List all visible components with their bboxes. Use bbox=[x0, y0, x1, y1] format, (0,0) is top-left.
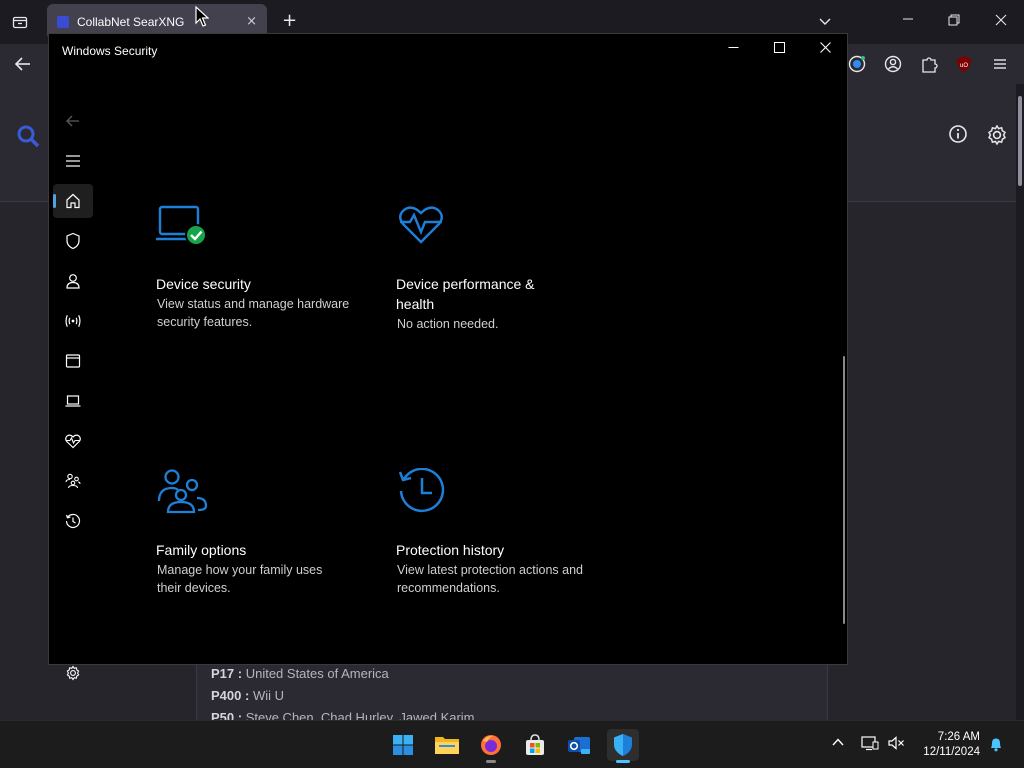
card-description: Manage how your family uses their device… bbox=[157, 563, 323, 595]
sidebar-item-device-security[interactable] bbox=[53, 384, 93, 418]
svg-text:uO: uO bbox=[960, 63, 968, 69]
taskbar-windows-security[interactable] bbox=[607, 729, 639, 763]
laptop-check-icon bbox=[156, 205, 207, 246]
hamburger-menu-icon[interactable] bbox=[992, 56, 1008, 75]
winsec-minimize-button[interactable] bbox=[713, 38, 753, 62]
sidebar-item-home[interactable] bbox=[53, 184, 93, 218]
person-icon bbox=[66, 274, 80, 289]
ublock-origin-icon[interactable]: uO bbox=[955, 55, 973, 76]
clock-time: 7:26 AM bbox=[937, 731, 980, 743]
tab-list-icon[interactable] bbox=[12, 14, 28, 33]
taskbar: 7:26 AM 12/11/2024 bbox=[0, 720, 1024, 768]
family-icon bbox=[157, 469, 208, 514]
tab-close-icon[interactable]: × bbox=[246, 14, 257, 29]
browser-tab-title: CollabNet SearXNG bbox=[77, 15, 185, 29]
sidebar-item-settings[interactable] bbox=[53, 656, 93, 690]
info-icon[interactable] bbox=[948, 124, 968, 147]
menu-toggle-button[interactable] bbox=[53, 144, 93, 178]
family-icon bbox=[65, 473, 81, 489]
volume-muted-icon[interactable] bbox=[887, 735, 905, 755]
winsec-title: Windows Security bbox=[62, 44, 158, 58]
windows-security-window: Windows Security Device security View st… bbox=[48, 33, 848, 681]
store-bag-icon bbox=[526, 734, 544, 755]
browser-close-button[interactable] bbox=[995, 14, 1007, 29]
back-arrow-icon bbox=[66, 115, 79, 127]
home-icon bbox=[66, 193, 80, 209]
sidebar-item-firewall-network[interactable] bbox=[53, 304, 93, 338]
outlook-mail-icon bbox=[568, 737, 590, 754]
folder-icon bbox=[435, 737, 459, 754]
hamburger-icon bbox=[66, 155, 80, 167]
mouse-cursor-icon bbox=[195, 6, 209, 27]
sidebar-item-family-options[interactable] bbox=[53, 464, 93, 498]
firefox-icon bbox=[481, 735, 501, 755]
network-display-icon[interactable] bbox=[861, 735, 879, 755]
sidebar-item-protection-history[interactable] bbox=[53, 504, 93, 538]
winsec-sidebar bbox=[49, 66, 97, 681]
winsec-maximize-button[interactable] bbox=[759, 38, 799, 62]
searxng-search-icon[interactable] bbox=[16, 124, 40, 151]
card-description: View status and manage hardware security… bbox=[157, 297, 350, 329]
windows-logo-icon bbox=[393, 735, 413, 755]
taskbar-firefox[interactable] bbox=[475, 729, 507, 763]
taskbar-clock[interactable]: 7:26 AM 12/11/2024 bbox=[923, 730, 980, 760]
card-device-performance[interactable]: Device performance & health No action ne… bbox=[396, 202, 616, 333]
card-protection-history[interactable]: Protection history View latest protectio… bbox=[396, 467, 616, 597]
infobox-row: P17 : United States of America bbox=[211, 666, 389, 681]
card-family-options[interactable]: Family options Manage how your family us… bbox=[156, 468, 376, 597]
sidebar-item-app-browser-control[interactable] bbox=[53, 344, 93, 378]
card-title: Family options bbox=[156, 542, 247, 558]
taskbar-file-explorer[interactable] bbox=[431, 729, 463, 761]
card-description: No action needed. bbox=[397, 317, 499, 331]
security-shield-icon bbox=[614, 734, 632, 756]
history-icon bbox=[65, 513, 81, 529]
card-title: Device security bbox=[156, 276, 251, 292]
history-icon bbox=[398, 467, 445, 513]
heart-pulse-icon bbox=[65, 434, 81, 449]
running-indicator bbox=[616, 760, 630, 763]
back-button[interactable] bbox=[53, 104, 93, 138]
wireless-signal-icon bbox=[65, 315, 81, 327]
vpn-globe-icon[interactable] bbox=[848, 55, 866, 76]
app-window-icon bbox=[65, 354, 81, 368]
infobox-row: P400 : Wii U bbox=[211, 688, 284, 703]
card-description: View latest protection actions and recom… bbox=[397, 563, 583, 595]
browser-scrollbar[interactable] bbox=[1016, 84, 1024, 720]
card-title: Protection history bbox=[396, 542, 505, 558]
sidebar-item-device-performance[interactable] bbox=[53, 424, 93, 458]
heart-pulse-icon bbox=[399, 206, 443, 244]
card-device-security[interactable]: Device security View status and manage h… bbox=[156, 202, 376, 331]
searxng-favicon-icon bbox=[57, 16, 69, 28]
new-tab-button[interactable]: + bbox=[282, 12, 297, 30]
card-title: Device performance & health bbox=[396, 276, 535, 312]
settings-gear-icon bbox=[66, 665, 80, 681]
taskbar-outlook[interactable] bbox=[563, 729, 595, 761]
account-icon[interactable] bbox=[884, 55, 902, 76]
running-indicator bbox=[486, 760, 496, 763]
winsec-scrollbar[interactable] bbox=[843, 356, 845, 624]
browser-restore-button[interactable] bbox=[948, 14, 960, 29]
clock-date: 12/11/2024 bbox=[923, 746, 980, 758]
winsec-titlebar[interactable]: Windows Security bbox=[49, 34, 847, 66]
browser-scrollbar-thumb[interactable] bbox=[1018, 96, 1022, 186]
sidebar-item-virus-protection[interactable] bbox=[53, 224, 93, 258]
tab-overflow-chevron-icon[interactable] bbox=[818, 14, 832, 31]
back-arrow-icon[interactable] bbox=[14, 56, 32, 75]
winsec-close-button[interactable] bbox=[805, 38, 845, 62]
start-button[interactable] bbox=[387, 729, 419, 761]
notification-bell-icon[interactable] bbox=[988, 736, 1004, 756]
extensions-icon[interactable] bbox=[920, 55, 938, 76]
sidebar-item-account-protection[interactable] bbox=[53, 264, 93, 298]
tray-overflow-chevron-icon[interactable] bbox=[831, 735, 845, 753]
laptop-icon bbox=[65, 395, 81, 407]
taskbar-microsoft-store[interactable] bbox=[519, 729, 551, 761]
browser-minimize-button[interactable] bbox=[902, 13, 914, 28]
shield-icon bbox=[66, 232, 80, 250]
preferences-gear-icon[interactable] bbox=[986, 124, 1008, 149]
